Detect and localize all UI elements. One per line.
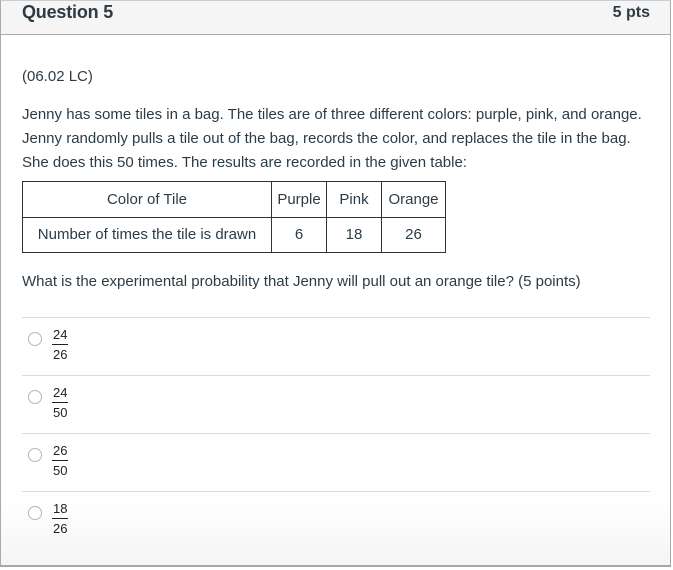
question-stem: Jenny has some tiles in a bag. The tiles… (22, 106, 642, 171)
question-card: Question 5 5 pts (06.02 LC) Jenny has so… (0, 0, 671, 567)
radio-button[interactable] (28, 448, 42, 462)
results-table: Color of Tile Purple Pink Orange Number … (22, 181, 446, 253)
fraction-bar (52, 402, 69, 403)
fraction: 24 50 (52, 385, 69, 420)
table-cell: Color of Tile (22, 181, 272, 218)
answer-option[interactable]: 24 26 (22, 317, 650, 375)
fraction: 24 26 (52, 327, 69, 362)
radio-button[interactable] (28, 390, 42, 404)
denominator: 26 (53, 521, 68, 536)
fraction: 18 26 (52, 501, 69, 536)
answer-list: 24 26 24 50 26 50 18 26 (22, 317, 650, 549)
numerator: 24 (53, 385, 68, 400)
table-cell: 26 (381, 217, 446, 253)
table-header-row: Color of Tile Purple Pink Orange (22, 181, 446, 218)
denominator: 50 (53, 463, 68, 478)
question-header: Question 5 5 pts (1, 1, 670, 35)
table-cell: Pink (326, 181, 382, 218)
question-title: Question 5 (22, 2, 114, 22)
question-points: 5 pts (612, 3, 650, 21)
answer-option[interactable]: 26 50 (22, 433, 650, 491)
table-cell: Purple (271, 181, 327, 218)
fraction: 26 50 (52, 443, 69, 478)
table-cell: Orange (381, 181, 446, 218)
table-row: Number of times the tile is drawn 6 18 2… (22, 217, 446, 253)
table-cell: Number of times the tile is drawn (22, 217, 272, 253)
fraction-bar (52, 518, 69, 519)
radio-button[interactable] (28, 332, 42, 346)
question-content: (06.02 LC) Jenny has some tiles in a bag… (1, 65, 670, 549)
fraction-bar (52, 460, 69, 461)
answer-option[interactable]: 18 26 (22, 491, 650, 549)
question-code: (06.02 LC) (22, 68, 93, 85)
denominator: 26 (53, 347, 68, 362)
table-cell: 18 (326, 217, 382, 253)
question-prompt: What is the experimental probability tha… (22, 273, 581, 290)
fraction-bar (52, 344, 69, 345)
table-cell: 6 (271, 217, 327, 253)
numerator: 26 (53, 443, 68, 458)
numerator: 24 (53, 327, 68, 342)
radio-button[interactable] (28, 506, 42, 520)
denominator: 50 (53, 405, 68, 420)
answer-option[interactable]: 24 50 (22, 375, 650, 433)
numerator: 18 (53, 501, 68, 516)
